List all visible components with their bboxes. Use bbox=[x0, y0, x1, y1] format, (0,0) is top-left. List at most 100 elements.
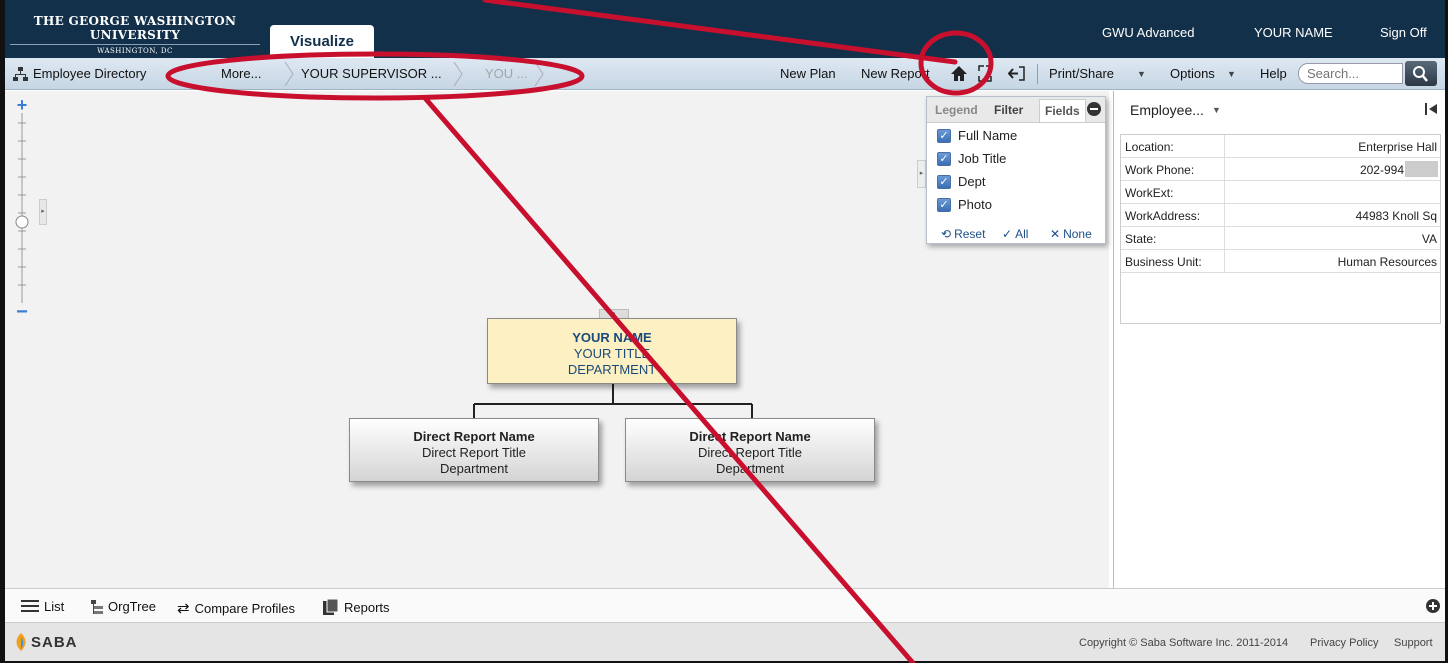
gwu-advanced-link[interactable]: GWU Advanced bbox=[1102, 25, 1195, 40]
chevron-down-icon: ▼ bbox=[1212, 105, 1221, 115]
home-icon[interactable] bbox=[951, 66, 967, 81]
search-input[interactable] bbox=[1298, 63, 1403, 84]
collapse-panel-icon[interactable] bbox=[1425, 103, 1439, 115]
bottom-bar: List OrgTree ⇄ Compare Profiles Reports bbox=[5, 588, 1445, 622]
help-link[interactable]: Help bbox=[1260, 66, 1287, 81]
detail-label: WorkAddress: bbox=[1125, 209, 1201, 223]
fields-panel: Legend Filter Fields ✓ Full Name ✓ Job Tit… bbox=[926, 96, 1106, 244]
chevron-down-icon: ▼ bbox=[1227, 69, 1236, 79]
logo-location: WASHINGTON, DC bbox=[97, 47, 173, 55]
tab-legend[interactable]: Legend bbox=[935, 103, 978, 117]
breadcrumb-more-label: More... bbox=[221, 66, 262, 81]
detail-value: Enterprise Hall bbox=[1358, 140, 1437, 154]
checkbox-icon: ✓ bbox=[937, 128, 951, 143]
detail-value: 202-994 bbox=[1359, 163, 1404, 177]
check-icon: ✓ bbox=[1002, 227, 1013, 241]
tab-filter[interactable]: Filter bbox=[994, 103, 1023, 117]
detail-label: Location: bbox=[1125, 140, 1174, 154]
breadcrumb-separator bbox=[284, 62, 294, 86]
checkbox-icon: ✓ bbox=[937, 197, 951, 212]
privacy-policy-link[interactable]: Privacy Policy bbox=[1310, 637, 1378, 649]
app-window: THE GEORGE WASHINGTON UNIVERSITY WASHING… bbox=[0, 0, 1448, 663]
saba-logo: SABA bbox=[15, 633, 78, 651]
detail-value: 44983 Knoll Sq bbox=[1355, 209, 1437, 223]
user-name-link[interactable]: YOUR NAME bbox=[1254, 25, 1333, 40]
field-checkbox-job-title[interactable]: ✓ Job Title bbox=[937, 151, 1006, 166]
detail-label: Business Unit: bbox=[1125, 255, 1202, 269]
tab-fields[interactable]: Fields bbox=[1039, 99, 1086, 122]
detail-row: WorkExt: bbox=[1121, 181, 1440, 204]
employee-directory-link[interactable]: Employee Directory bbox=[33, 66, 146, 81]
org-tree-button[interactable]: OrgTree bbox=[91, 599, 156, 614]
field-label: Photo bbox=[958, 197, 992, 212]
search-button[interactable] bbox=[1405, 61, 1437, 86]
direct-report-node[interactable]: Direct Report Name Direct Report Title D… bbox=[625, 418, 875, 482]
toolbar-divider bbox=[1037, 64, 1038, 84]
list-view-button[interactable]: List bbox=[21, 599, 64, 614]
none-label: None bbox=[1063, 227, 1092, 241]
field-label: Job Title bbox=[958, 151, 1007, 166]
field-checkbox-full-name[interactable]: ✓ Full Name bbox=[937, 128, 1017, 143]
options-menu[interactable]: Options bbox=[1170, 66, 1215, 81]
direct-report-title: Direct Report Title bbox=[421, 445, 527, 460]
expand-up-icon[interactable]: ▲ bbox=[599, 309, 629, 318]
reset-label: Reset bbox=[954, 227, 986, 241]
new-report-button[interactable]: New Report bbox=[861, 66, 930, 81]
breadcrumb-you-label: YOU ... bbox=[485, 66, 528, 81]
field-label: Full Name bbox=[958, 128, 1018, 143]
compare-profiles-button[interactable]: ⇄ Compare Profiles bbox=[177, 599, 295, 617]
fields-panel-handle[interactable]: ▸ bbox=[917, 160, 926, 188]
redacted-block bbox=[1405, 161, 1438, 177]
detail-row: Work Phone: 202-994 bbox=[1121, 158, 1440, 181]
new-plan-button[interactable]: New Plan bbox=[780, 66, 836, 81]
employee-selector[interactable]: Employee... bbox=[1130, 102, 1204, 118]
detail-row: WorkAddress: 44983 Knoll Sq bbox=[1121, 204, 1440, 227]
detail-label: WorkExt: bbox=[1125, 186, 1174, 200]
detail-row: Location: Enterprise Hall bbox=[1121, 135, 1440, 158]
root-node-dept: DEPARTMENT bbox=[567, 362, 657, 377]
detail-row: State: VA bbox=[1121, 227, 1440, 250]
tab-visualize[interactable]: Visualize bbox=[270, 25, 374, 58]
detail-row: Business Unit: Human Resources bbox=[1121, 250, 1440, 273]
toolbar: Employee Directory More... YOUR SUPERVIS… bbox=[5, 58, 1445, 90]
reports-label: Reports bbox=[344, 599, 390, 615]
print-share-menu[interactable]: Print/Share bbox=[1049, 66, 1114, 81]
detail-label: State: bbox=[1125, 232, 1157, 246]
copyright-text: Copyright © Saba Software Inc. 2011-2014 bbox=[1079, 637, 1289, 649]
direct-report-dept: Department bbox=[440, 461, 508, 476]
add-icon[interactable] bbox=[1425, 598, 1441, 614]
root-node[interactable]: YOUR NAME YOUR TITLE DEPARTMENT bbox=[487, 318, 737, 384]
sign-off-link[interactable]: Sign Off bbox=[1380, 25, 1427, 40]
fields-panel-tabs: Legend Filter Fields bbox=[927, 97, 1105, 123]
breadcrumb-separator bbox=[453, 62, 463, 86]
collapse-icon[interactable] bbox=[1087, 102, 1101, 116]
detail-label: Work Phone: bbox=[1125, 163, 1195, 177]
search-icon bbox=[1413, 66, 1428, 82]
employee-detail-table: Location: Enterprise Hall Work Phone: 202-… bbox=[1120, 134, 1441, 324]
x-icon: ✕ bbox=[1050, 227, 1061, 241]
breadcrumb-supervisor-label: YOUR SUPERVISOR ... bbox=[301, 66, 442, 81]
list-label: List bbox=[44, 599, 65, 614]
field-checkbox-photo[interactable]: ✓ Photo bbox=[937, 197, 992, 212]
direct-report-node[interactable]: Direct Report Name Direct Report Title D… bbox=[349, 418, 599, 482]
reset-button[interactable]: ⟲ Reset bbox=[941, 227, 985, 241]
breadcrumb-supervisor[interactable]: YOUR SUPERVISOR ... bbox=[301, 58, 442, 89]
field-checkbox-dept[interactable]: ✓ Dept bbox=[937, 174, 985, 189]
saba-brand-text: SABA bbox=[31, 633, 78, 651]
expand-icon[interactable] bbox=[978, 65, 992, 82]
all-label: All bbox=[1015, 227, 1029, 241]
breadcrumb-you[interactable]: YOU ... bbox=[485, 58, 528, 89]
reports-button[interactable]: Reports bbox=[323, 599, 390, 615]
breadcrumb-separator bbox=[534, 62, 544, 86]
root-node-title: YOUR TITLE bbox=[573, 346, 651, 361]
select-none-button[interactable]: ✕ None bbox=[1050, 227, 1092, 241]
logo-university-name: THE GEORGE WASHINGTON UNIVERSITY bbox=[10, 14, 260, 45]
support-link[interactable]: Support bbox=[1394, 637, 1433, 649]
root-node-name: YOUR NAME bbox=[572, 330, 652, 345]
select-all-button[interactable]: ✓ All bbox=[1002, 227, 1028, 241]
breadcrumb-more[interactable]: More... bbox=[221, 58, 261, 89]
exit-icon[interactable] bbox=[1008, 66, 1025, 81]
direct-report-dept: Department bbox=[716, 461, 784, 476]
university-logo[interactable]: THE GEORGE WASHINGTON UNIVERSITY WASHING… bbox=[10, 14, 260, 55]
saba-leaf-icon bbox=[16, 633, 26, 651]
